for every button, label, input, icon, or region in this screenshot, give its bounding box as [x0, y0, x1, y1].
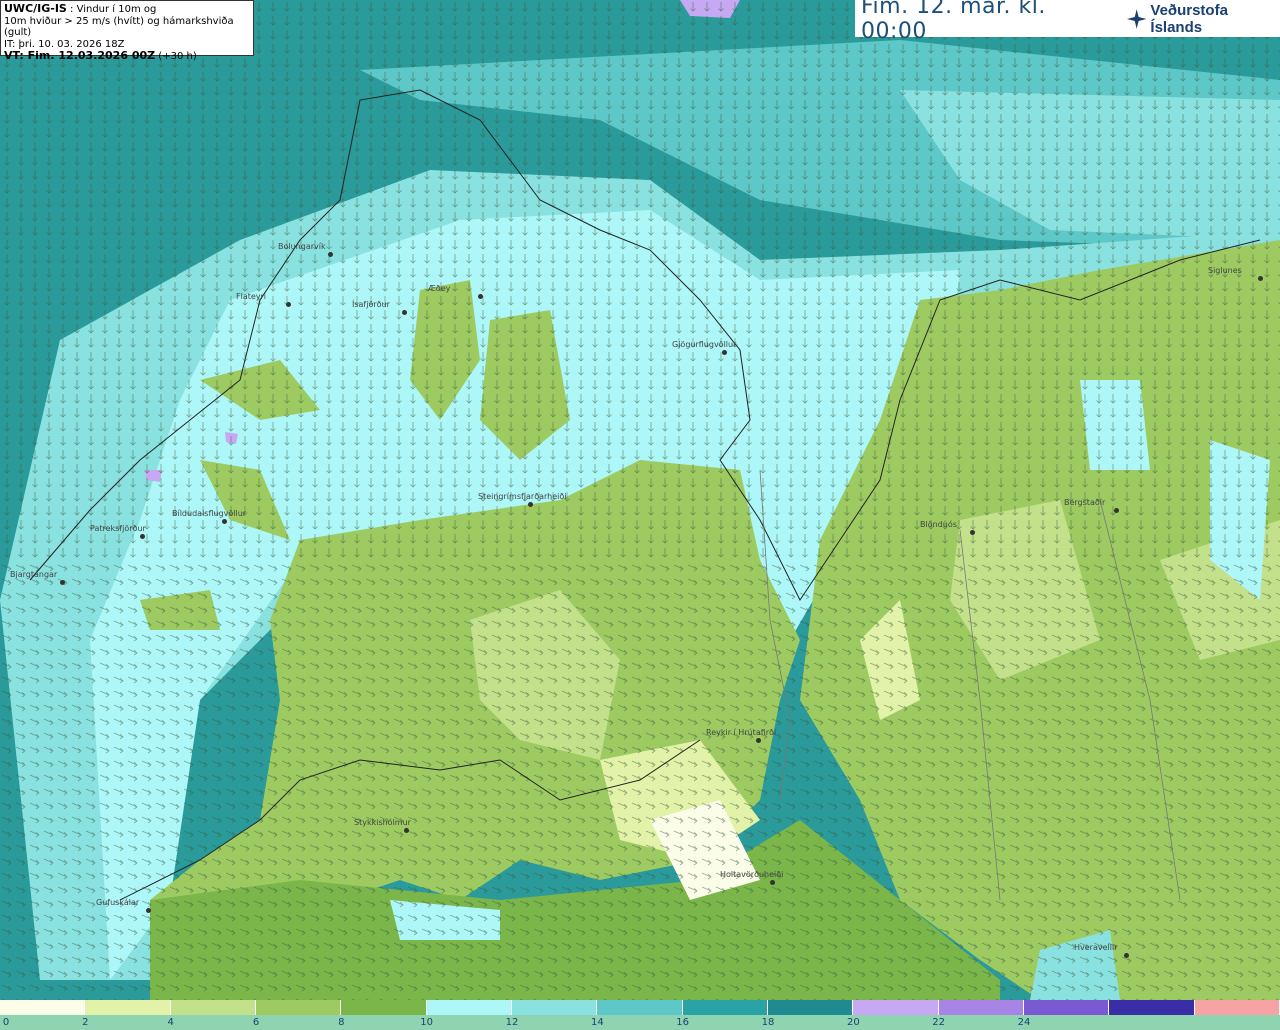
legend-swatch	[938, 1000, 1024, 1015]
legend-swatch	[1023, 1000, 1110, 1015]
place-marker	[402, 310, 407, 315]
place-label: Flateyri	[236, 292, 267, 301]
legend-swatch	[255, 1000, 342, 1015]
place-marker	[140, 534, 145, 539]
legend-swatch	[597, 1000, 683, 1015]
place-marker	[478, 294, 483, 299]
legend-swatch	[511, 1000, 598, 1015]
color-legend: 0 2 4 6 8 10 12 14 16 18 20 22 24	[0, 1000, 1280, 1030]
place-marker	[146, 908, 151, 913]
place-marker	[722, 350, 727, 355]
place-label: Ísafjörður	[352, 300, 390, 309]
place-label: Siglunes	[1208, 266, 1242, 275]
place-label: Blönduós	[920, 520, 957, 529]
legend-labels: 0 2 4 6 8 10 12 14 16 18 20 22 24	[0, 1015, 1280, 1030]
place-label: Stykkishólmur	[354, 818, 411, 827]
place-marker	[756, 738, 761, 743]
legend-swatch	[853, 1000, 939, 1015]
vt-line: VT: Fim. 12.03.2026 00Z	[4, 49, 156, 62]
legend-label: 14	[590, 1017, 604, 1028]
legend-swatch	[170, 1000, 256, 1015]
title-box: Fim. 12. mar. kl. 00:00 Veðurstofa Íslan…	[855, 0, 1280, 44]
legend-swatch	[1109, 1000, 1195, 1015]
legend-swatch	[426, 1000, 512, 1015]
legend-swatch	[767, 1000, 854, 1015]
legend-label: 8	[338, 1017, 345, 1028]
vt-offset: (+30 h)	[158, 51, 197, 62]
place-label: Æðey	[428, 284, 451, 293]
legend-label: 0	[2, 1017, 10, 1028]
place-label: Bjargtangar	[10, 570, 58, 579]
legend-label: 2	[82, 1017, 89, 1028]
desc-line-1: : Vindur í 10m og	[70, 4, 157, 15]
legend-label: 6	[252, 1017, 260, 1028]
place-marker	[404, 828, 409, 833]
legend-label: 4	[167, 1017, 174, 1028]
legend-label: 22	[932, 1017, 946, 1028]
forecast-time: Fim. 12. mar. kl. 00:00	[861, 0, 1046, 44]
place-marker	[222, 519, 227, 524]
place-label: Hveravellir	[1074, 943, 1118, 952]
place-marker	[970, 530, 975, 535]
place-label: Patreksfjörður	[90, 524, 146, 533]
place-label: Holtavörðuheiði	[720, 870, 784, 879]
legend-label: 20	[846, 1017, 860, 1028]
place-marker	[60, 580, 65, 585]
place-label: Bíldudalsflugvöllur	[172, 509, 247, 518]
place-label: Gjögurflugvöllur	[672, 340, 737, 349]
legend-swatch	[682, 1000, 768, 1015]
legend-label: 18	[761, 1017, 775, 1028]
info-box: UWC/IG-IS : Vindur í 10m og 10m hviður >…	[0, 0, 254, 62]
legend-bar	[0, 1000, 1280, 1015]
legend-label: 10	[420, 1017, 434, 1028]
place-marker	[770, 880, 775, 885]
wind-arrows-north	[0, 0, 1280, 560]
legend-swatch	[1194, 1000, 1280, 1015]
legend-label: 16	[676, 1017, 690, 1028]
legend-label: 24	[1017, 1017, 1031, 1028]
place-marker	[286, 302, 291, 307]
place-marker	[1258, 276, 1263, 281]
logo-text: Veðurstofa Íslands	[1150, 1, 1228, 36]
vedurstofa-logo-icon	[1127, 8, 1147, 29]
place-label: Bergstaðir	[1064, 498, 1106, 507]
place-marker	[1124, 953, 1129, 958]
legend-swatch	[0, 1000, 86, 1015]
legend-swatch	[341, 1000, 427, 1015]
logo: Veðurstofa Íslands	[1126, 2, 1280, 36]
place-marker	[1114, 508, 1119, 513]
desc-line-2: 10m hviður > 25 m/s (hvítt) og hámarkshv…	[4, 15, 234, 39]
place-label: Steingrímsfjarðarheiði	[478, 492, 567, 501]
place-label: Reykir í Hrútafirði	[706, 728, 777, 737]
legend-swatch	[85, 1000, 171, 1015]
place-label: Gufuskálar	[96, 898, 140, 907]
place-marker	[328, 252, 333, 257]
legend-label: 12	[505, 1017, 519, 1028]
place-marker	[528, 502, 533, 507]
model-name: UWC/IG-IS	[4, 2, 67, 15]
place-label: Bolungarvík	[278, 242, 326, 251]
